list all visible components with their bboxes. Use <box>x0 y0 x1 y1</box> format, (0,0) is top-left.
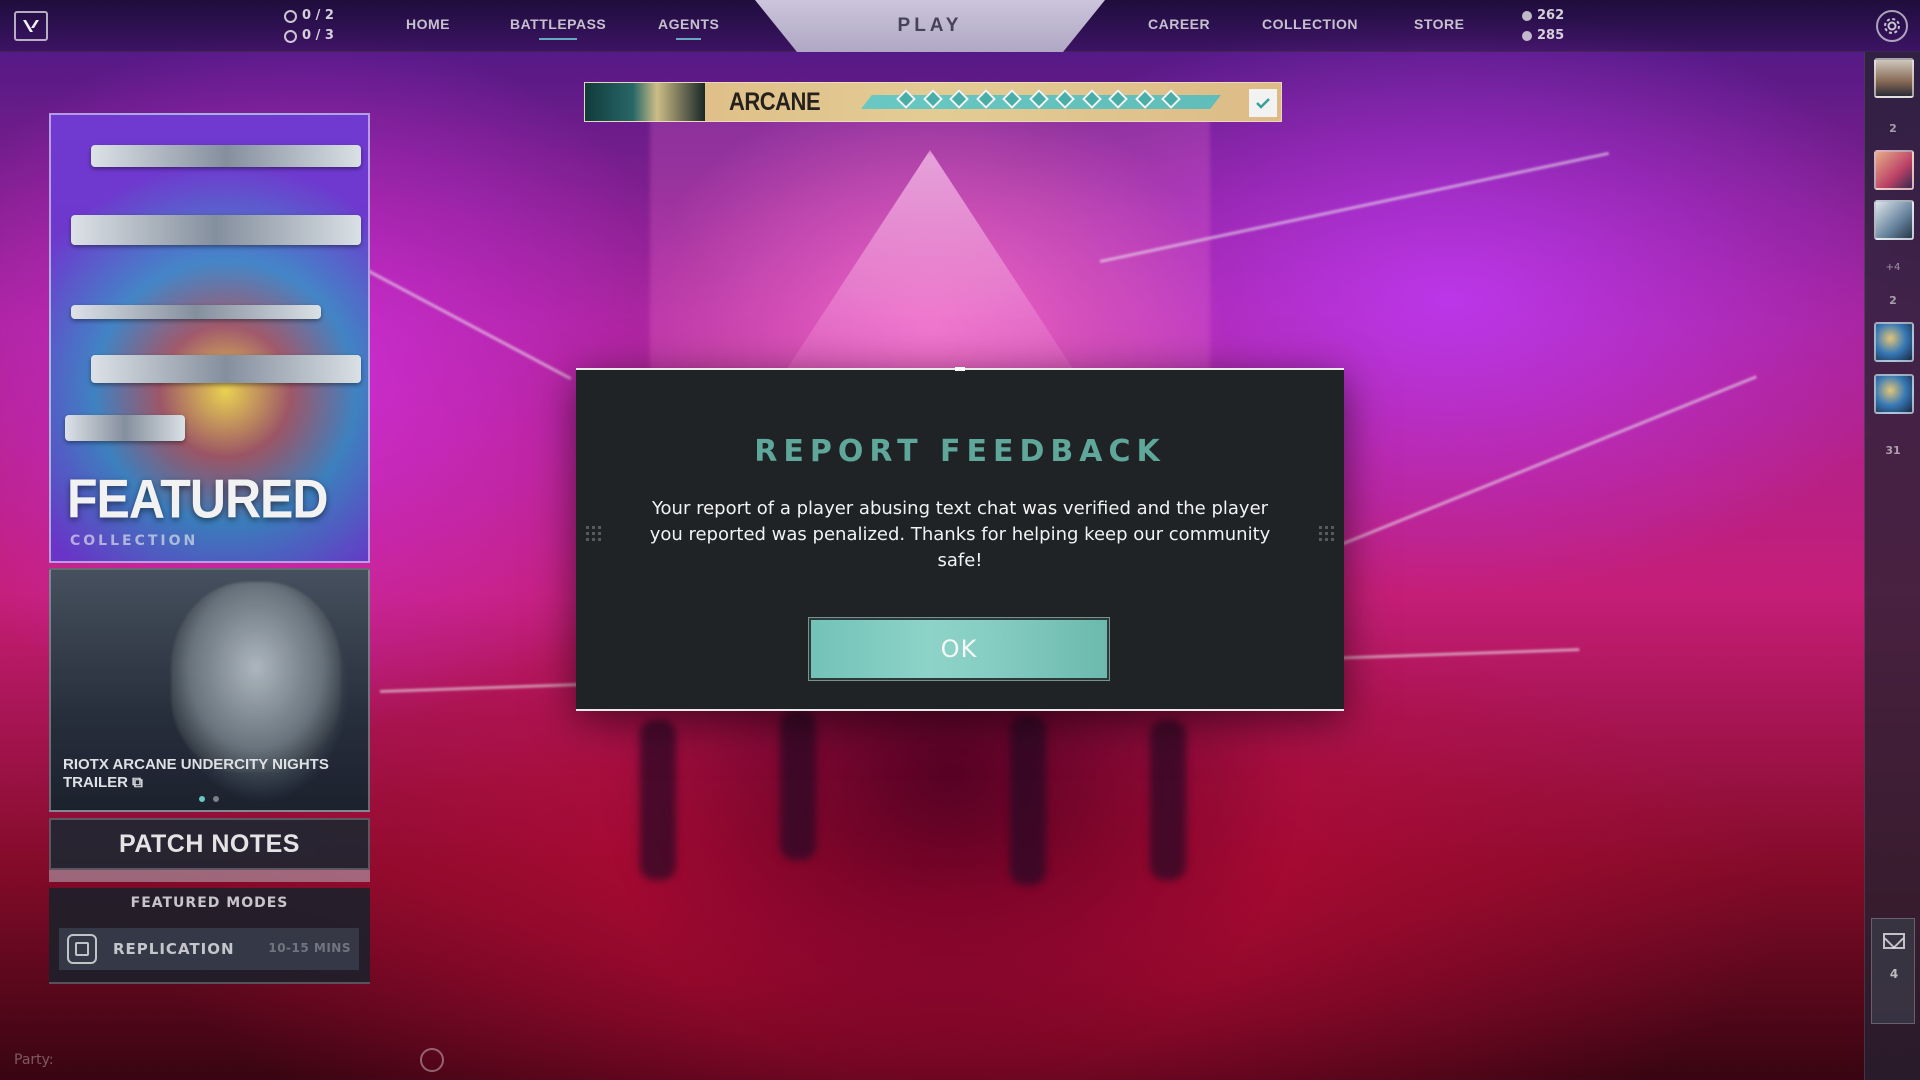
dialog-message: Your report of a player abusing text cha… <box>649 498 1271 571</box>
dialog-notch <box>955 367 965 371</box>
dialog-decoration-right <box>1319 526 1334 541</box>
dialog-decoration-left <box>586 526 601 541</box>
report-feedback-dialog: REPORT FEEDBACK Your report of a player … <box>576 367 1344 711</box>
ok-button-label: OK <box>940 635 978 663</box>
ok-button[interactable]: OK <box>808 617 1110 681</box>
dialog-title: REPORT FEEDBACK <box>754 434 1166 469</box>
